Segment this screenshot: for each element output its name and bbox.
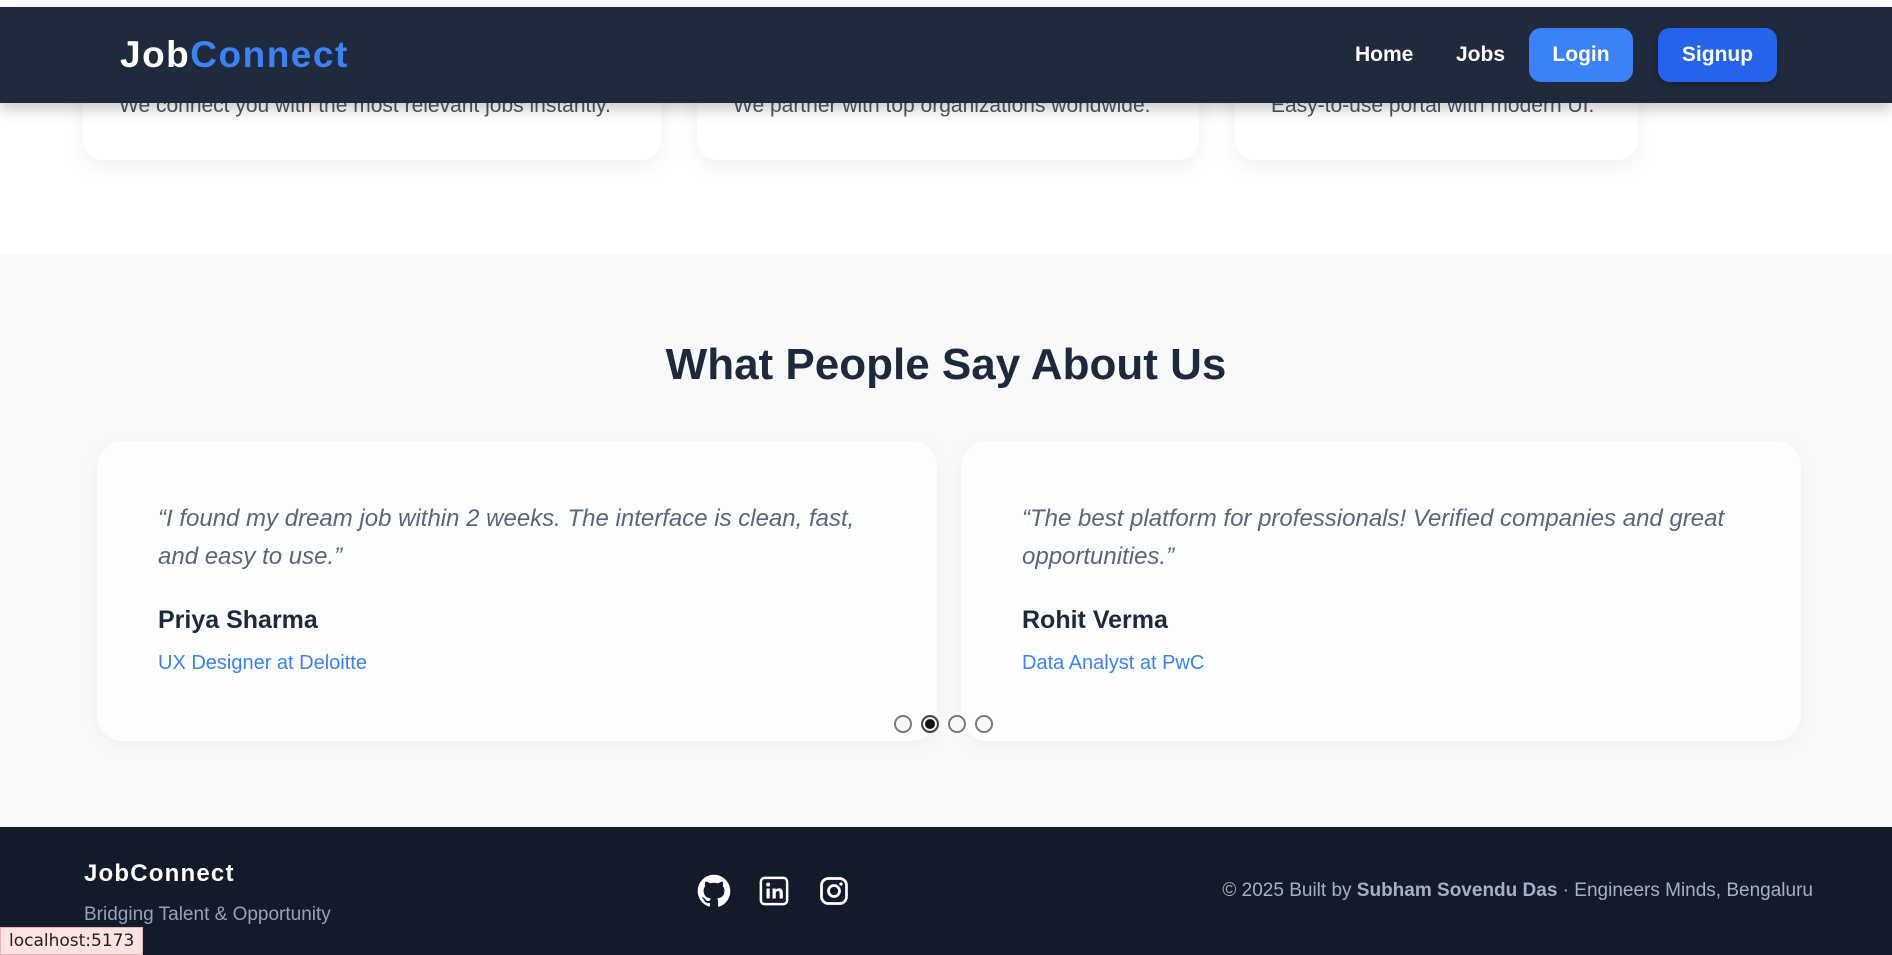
section-title: What People Say About Us (665, 340, 1227, 389)
carousel-dot[interactable] (948, 715, 966, 733)
testimonial-name: Priya Sharma (158, 606, 318, 634)
footer: JobConnect Bridging Talent & Opportunity… (0, 827, 1892, 955)
footer-brand: JobConnect (84, 860, 235, 887)
credit-prefix: © 2025 Built by (1222, 880, 1357, 901)
credit-suffix: · Engineers Minds, Bengaluru (1557, 880, 1813, 901)
logo-part-job: Job (120, 34, 191, 75)
testimonial-role: UX Designer at Deloitte (158, 652, 367, 674)
navbar: JobConnect Home Jobs Login Signup (0, 7, 1892, 103)
instagram-icon[interactable] (817, 874, 851, 908)
linkedin-icon[interactable] (757, 874, 791, 908)
github-icon[interactable] (697, 874, 731, 908)
nav-jobs-link[interactable]: Jobs (1456, 42, 1505, 68)
footer-credits: © 2025 Built by Subham Sovendu Das · Eng… (1222, 880, 1813, 902)
testimonial-quote: “The best platform for professionals! Ve… (1022, 505, 1725, 570)
carousel-dot[interactable] (894, 715, 912, 733)
top-strip (0, 0, 1892, 7)
signup-button[interactable]: Signup (1658, 28, 1777, 82)
footer-tagline: Bridging Talent & Opportunity (84, 904, 331, 925)
logo[interactable]: JobConnect (120, 34, 349, 76)
testimonial-role: Data Analyst at PwC (1022, 652, 1205, 674)
logo-part-connect: Connect (190, 34, 349, 75)
carousel-dots (894, 715, 993, 735)
credit-author: Subham Sovendu Das (1356, 880, 1558, 901)
page: We connect you with the most relevant jo… (0, 0, 1892, 955)
testimonial-card: “I found my dream job within 2 weeks. Th… (97, 441, 937, 741)
login-button[interactable]: Login (1529, 28, 1633, 82)
status-bar-url: localhost:5173 (0, 927, 144, 955)
social-links (697, 874, 851, 908)
testimonial-quote: “I found my dream job within 2 weeks. Th… (158, 505, 855, 570)
testimonial-card: “The best platform for professionals! Ve… (961, 441, 1801, 741)
carousel-dot[interactable] (921, 715, 939, 733)
carousel-dot[interactable] (975, 715, 993, 733)
nav-home-link[interactable]: Home (1355, 42, 1413, 68)
testimonial-name: Rohit Verma (1022, 606, 1168, 634)
